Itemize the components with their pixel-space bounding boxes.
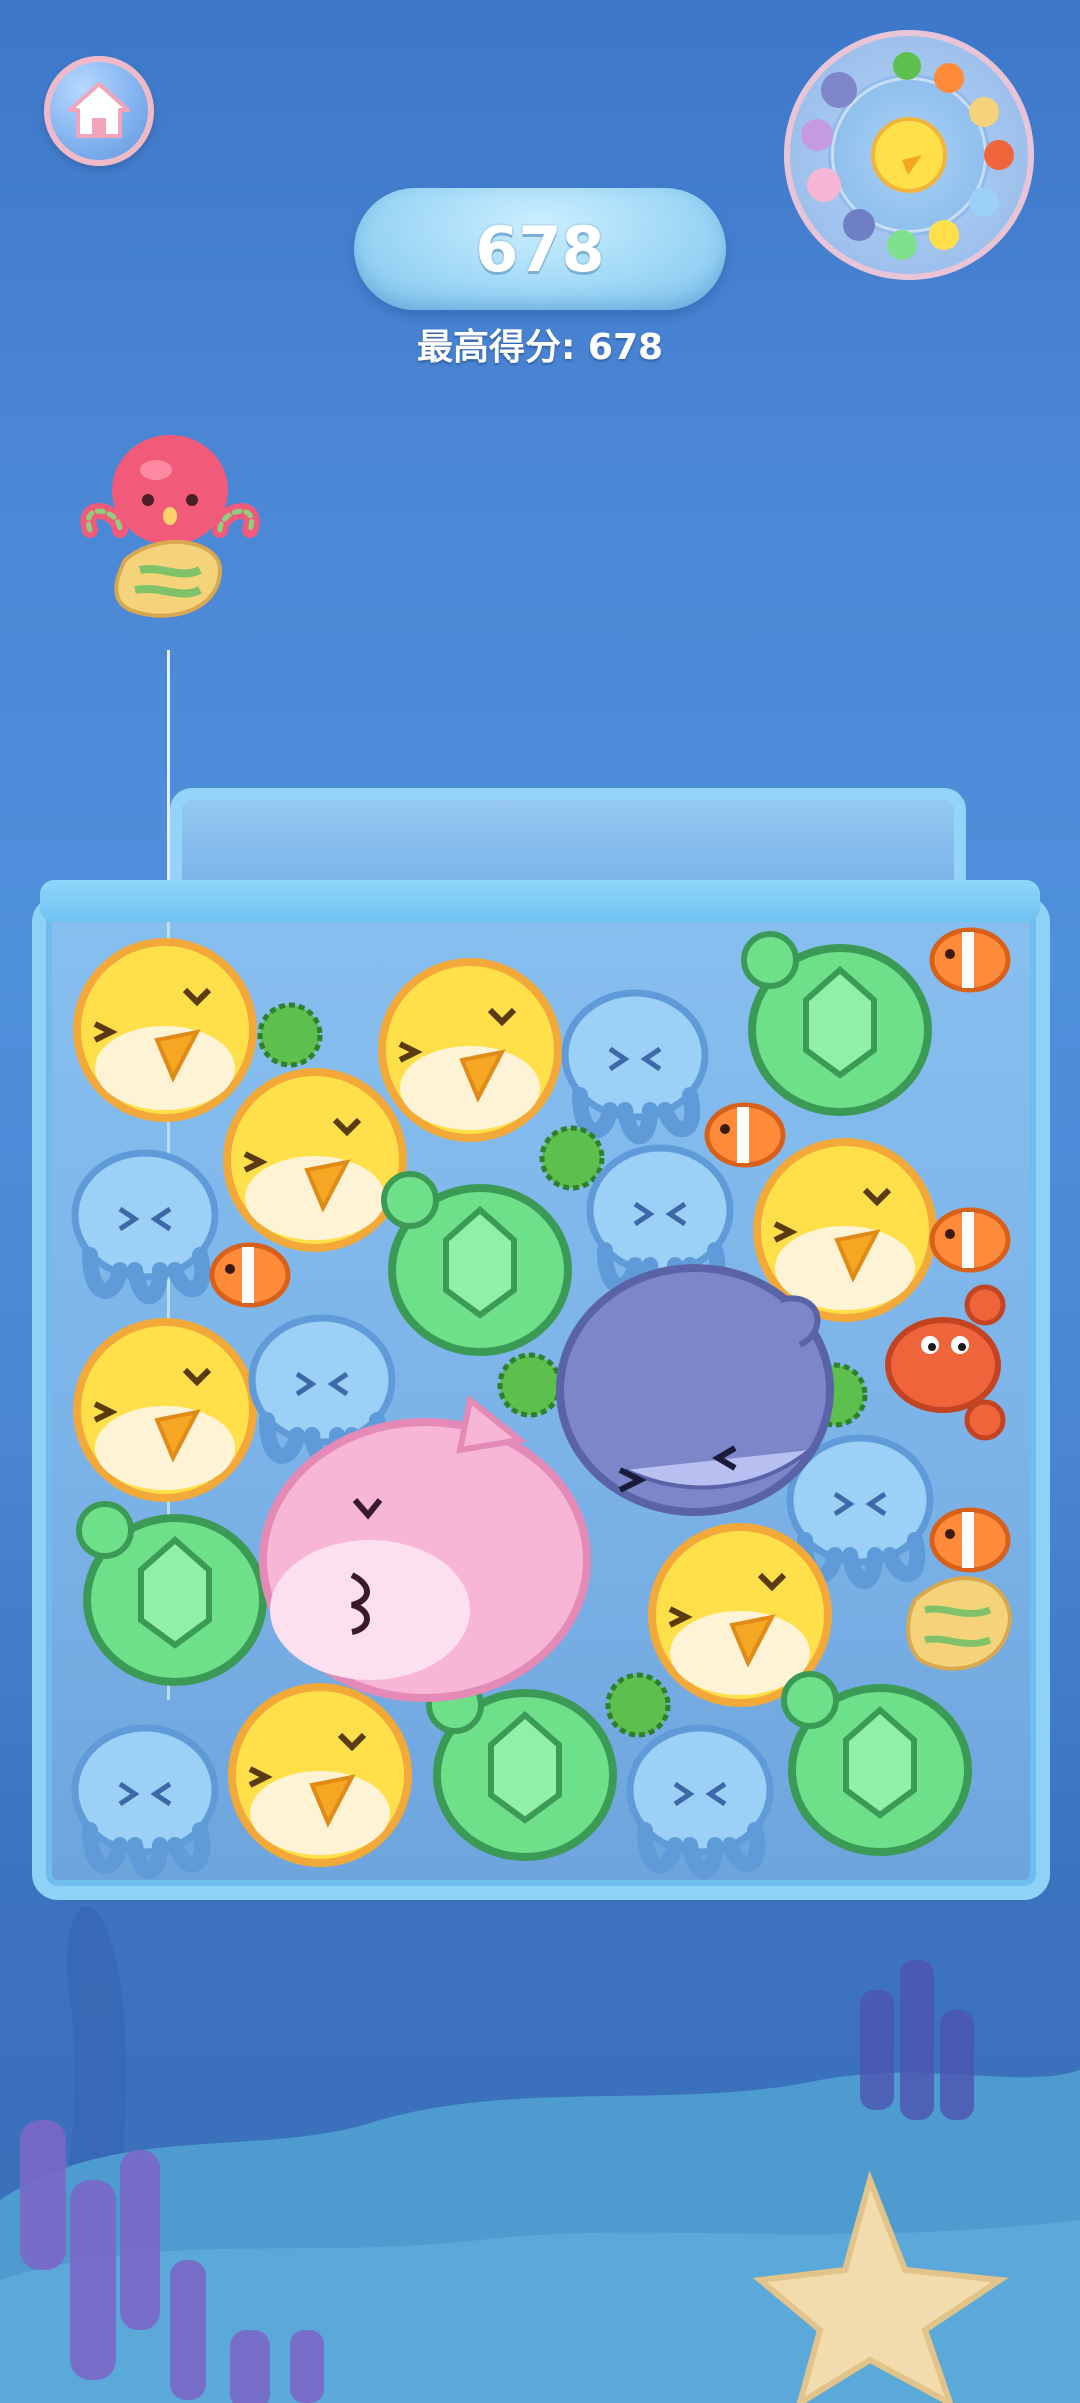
creature-pufferfish <box>77 942 253 1118</box>
creature-crab <box>885 1284 1006 1441</box>
game-scene: 678 最高得分: 678 <box>0 0 1080 2403</box>
creature-whale <box>556 1264 834 1516</box>
creature-angelfish <box>906 1576 1013 1671</box>
tank-creatures <box>0 0 1013 2403</box>
